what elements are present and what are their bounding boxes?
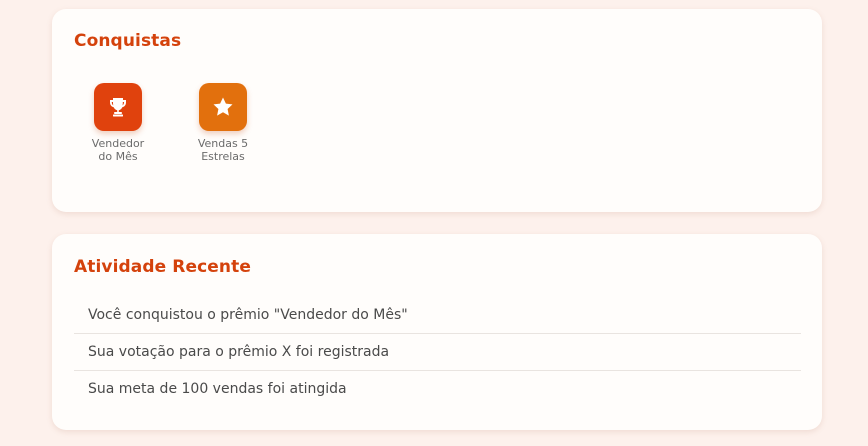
badge-label-line1: Vendas 5 — [197, 137, 249, 150]
badge-label-line2: Estrelas — [201, 150, 245, 163]
achievements-card: Conquistas Vendedor do Mês Vendas 5 Estr… — [52, 9, 822, 212]
badge-vendas-5-estrelas[interactable]: Vendas 5 Estrelas — [183, 83, 263, 163]
badge-label: Vendedor do Mês — [78, 137, 158, 163]
badge-vendedor-do-mes[interactable]: Vendedor do Mês — [78, 83, 158, 163]
badge-label-line2: do Mês — [98, 150, 138, 163]
recent-activity-title: Atividade Recente — [74, 257, 251, 277]
achievements-title: Conquistas — [74, 31, 182, 51]
trophy-icon — [94, 83, 142, 131]
activity-list: Você conquistou o prêmio "Vendedor do Mê… — [74, 297, 801, 408]
badge-label-line1: Vendedor — [91, 137, 145, 150]
activity-item: Você conquistou o prêmio "Vendedor do Mê… — [74, 297, 801, 334]
badge-label: Vendas 5 Estrelas — [183, 137, 263, 163]
recent-activity-card: Atividade Recente Você conquistou o prêm… — [52, 234, 822, 430]
star-icon — [199, 83, 247, 131]
activity-item: Sua meta de 100 vendas foi atingida — [88, 381, 347, 397]
activity-item: Sua votação para o prêmio X foi registra… — [74, 334, 801, 371]
